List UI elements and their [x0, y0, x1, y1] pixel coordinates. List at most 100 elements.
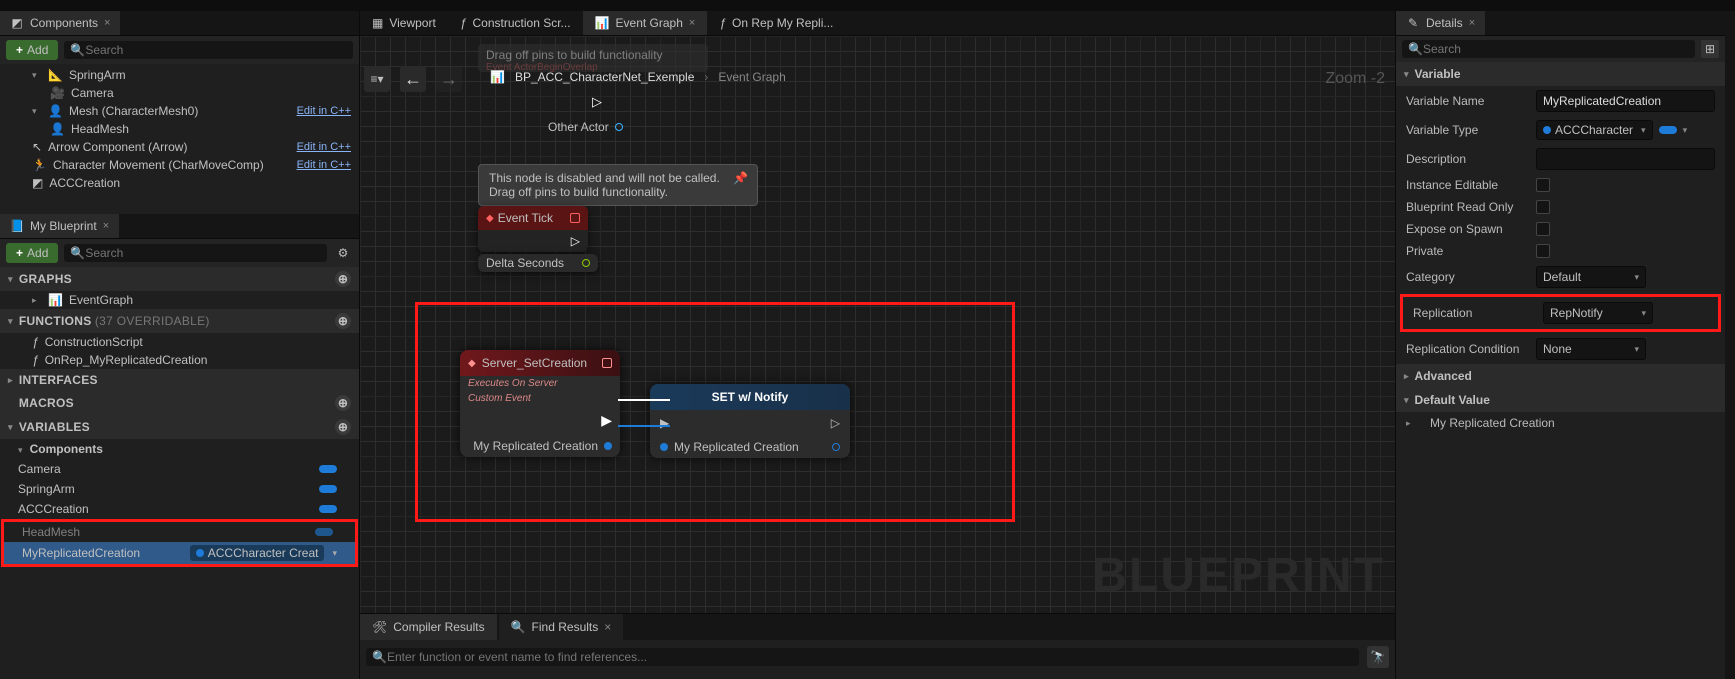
tab-compiler-results[interactable]: 🛠 Compiler Results [360, 614, 497, 640]
tab-event-graph[interactable]: 📊 Event Graph × [583, 11, 708, 35]
exec-in-pin-icon[interactable]: ▶ [660, 416, 669, 430]
exec-out-pin-icon[interactable] [571, 234, 580, 248]
output-pin-icon[interactable] [615, 123, 623, 131]
details-panel-tab[interactable]: ✎ Details × [1396, 11, 1485, 35]
edit-cpp-link[interactable]: Edit in C++ [297, 141, 351, 153]
details-search[interactable]: 🔍 [1402, 40, 1695, 58]
var-item-acc[interactable]: ACCCreation [0, 499, 359, 519]
blueprint-search-input[interactable] [85, 246, 321, 260]
tab-find-results[interactable]: 🔍 Find Results × [499, 614, 624, 640]
tab-construction[interactable]: ƒ Construction Scr... [448, 11, 583, 35]
tab-viewport[interactable]: ▦ Viewport [360, 11, 448, 35]
pin-other-actor[interactable]: Other Actor [548, 120, 623, 134]
close-icon[interactable]: × [1469, 17, 1475, 29]
section-variables[interactable]: ▾ VARIABLES ⊕ [0, 415, 359, 439]
var-item-myreplicatedcreation[interactable]: MyReplicatedCreation ACCCharacter Creat … [4, 542, 355, 564]
section-macros[interactable]: ▾ MACROS ⊕ [0, 391, 359, 415]
nav-back-button[interactable]: ← [400, 66, 426, 92]
section-variable[interactable]: ▾ Variable [1396, 62, 1725, 86]
exec-out-pin-icon[interactable]: ▷ [831, 416, 840, 430]
private-checkbox[interactable] [1536, 244, 1550, 258]
instance-editable-checkbox[interactable] [1536, 178, 1550, 192]
edit-cpp-link[interactable]: Edit in C++ [297, 105, 351, 117]
function-item-construction[interactable]: ƒ ConstructionScript [0, 333, 359, 351]
add-graph-button[interactable]: ⊕ [335, 271, 351, 287]
var-item-head[interactable]: HeadMesh [4, 522, 355, 542]
section-graphs[interactable]: ▾ GRAPHS ⊕ [0, 267, 359, 291]
breadcrumb-graph[interactable]: Event Graph [718, 70, 785, 84]
right-scrollbar[interactable] [1725, 11, 1735, 679]
property-matrix-button[interactable]: ⊞ [1701, 40, 1719, 58]
add-macro-button[interactable]: ⊕ [335, 395, 351, 411]
replication-condition-select[interactable]: None ▾ [1536, 338, 1646, 360]
find-results-search[interactable]: 🔍 [366, 648, 1359, 666]
pin-icon[interactable]: 📌 [733, 171, 747, 185]
function-item-onrep[interactable]: ƒ OnRep_MyReplicatedCreation [0, 351, 359, 369]
container-type-button[interactable] [1659, 126, 1677, 134]
object-in-pin-icon[interactable] [660, 443, 668, 451]
section-functions[interactable]: ▾ FUNCTIONS (37 OVERRIDABLE) ⊕ [0, 309, 359, 333]
close-icon[interactable]: × [604, 620, 611, 634]
chevron-down-icon[interactable]: ▾ [332, 548, 337, 559]
find-in-blueprints-button[interactable]: 🔭 [1367, 646, 1389, 668]
components-search[interactable]: 🔍 [64, 41, 353, 59]
tree-item-springarm[interactable]: ▾ 📐 SpringArm [0, 66, 359, 84]
tree-item-acccreation[interactable]: ◩ ACCCreation [0, 174, 359, 192]
tree-item-arrow[interactable]: ↖ Arrow Component (Arrow) Edit in C++ [0, 138, 359, 156]
tree-item-headmesh[interactable]: 👤 HeadMesh [0, 120, 359, 138]
tree-item-camera[interactable]: 🎥 Camera [0, 84, 359, 102]
object-pin-icon[interactable] [604, 442, 612, 450]
variable-type-select[interactable]: ACCCharacter ▾ [1536, 120, 1653, 140]
close-icon[interactable]: × [103, 220, 109, 232]
node-set-w-notify[interactable]: SET w/ Notify ▶▷ My Replicated Creation [650, 384, 850, 458]
node-event-tick[interactable]: ◆Event Tick [478, 206, 588, 252]
description-input[interactable] [1536, 148, 1715, 170]
node-server-setcreation[interactable]: ◆Server_SetCreation Executes On Server C… [460, 350, 620, 457]
var-item-springarm[interactable]: SpringArm [0, 479, 359, 499]
edit-cpp-link[interactable]: Edit in C++ [297, 159, 351, 171]
close-icon[interactable]: × [689, 17, 695, 29]
var-type-label: ACCCharacter Creat [208, 546, 319, 560]
expose-spawn-checkbox[interactable] [1536, 222, 1550, 236]
breadcrumb-bp[interactable]: BP_ACC_CharacterNet_Exemple [515, 70, 694, 84]
readonly-checkbox[interactable] [1536, 200, 1550, 214]
find-results-search-input[interactable] [387, 650, 1353, 664]
add-function-button[interactable]: ⊕ [335, 313, 351, 329]
node-actor-begin-overlap[interactable]: Drag off pins to build functionality Eve… [478, 44, 708, 72]
components-search-input[interactable] [85, 43, 347, 57]
components-panel-tab[interactable]: ◩ Components × [0, 11, 120, 35]
details-search-input[interactable] [1423, 42, 1689, 56]
graph-item-eventgraph[interactable]: ▸ 📊 EventGraph [0, 291, 359, 309]
exec-out-pin-icon[interactable]: ▶ [601, 412, 612, 429]
nav-forward-button[interactable]: → [436, 66, 462, 92]
add-variable-button[interactable]: ⊕ [335, 419, 351, 435]
graph-canvas[interactable]: ≡▾ ← → 📊 BP_ACC_CharacterNet_Exemple › E… [360, 36, 1395, 613]
blueprint-search[interactable]: 🔍 [64, 244, 327, 262]
gear-icon[interactable]: ⚙ [333, 243, 353, 263]
tree-item-mesh[interactable]: ▾ 👤 Mesh (CharacterMesh0) Edit in C++ [0, 102, 359, 120]
close-icon[interactable]: × [104, 17, 110, 29]
selected-variable-highlight: HeadMesh MyReplicatedCreation ACCCharact… [1, 519, 358, 567]
section-advanced[interactable]: ▸ Advanced [1396, 364, 1725, 388]
replication-select[interactable]: RepNotify ▾ [1543, 302, 1653, 324]
add-blueprint-button[interactable]: Add [6, 243, 58, 263]
components-sub-label[interactable]: ▾ Components [0, 439, 359, 459]
tree-item-charmove[interactable]: 🏃 Character Movement (CharMoveComp) Edit… [0, 156, 359, 174]
object-out-pin-icon[interactable] [832, 443, 840, 451]
chevron-down-icon[interactable]: ▾ [1683, 125, 1688, 136]
var-item-camera[interactable]: Camera [0, 459, 359, 479]
float-pin-icon[interactable] [582, 259, 590, 267]
var-label: Camera [18, 462, 61, 476]
node-event-tick-pin[interactable]: Delta Seconds [478, 254, 598, 272]
variable-name-input[interactable] [1536, 90, 1715, 112]
add-component-button[interactable]: Add [6, 40, 58, 60]
graph-menu-button[interactable]: ≡▾ [364, 66, 390, 92]
section-interfaces[interactable]: ▸ INTERFACES [0, 369, 359, 391]
myblueprint-panel-tab[interactable]: 📘 My Blueprint × [0, 214, 119, 238]
var-label: SpringArm [18, 482, 75, 496]
section-default-value[interactable]: ▾ Default Value [1396, 388, 1725, 412]
category-select[interactable]: Default ▾ [1536, 266, 1646, 288]
tab-onrep[interactable]: ƒ On Rep My Repli... [707, 11, 845, 35]
prop-default-value[interactable]: ▸ My Replicated Creation [1396, 412, 1725, 434]
exec-out-pin-icon[interactable]: ▷ [592, 94, 602, 110]
